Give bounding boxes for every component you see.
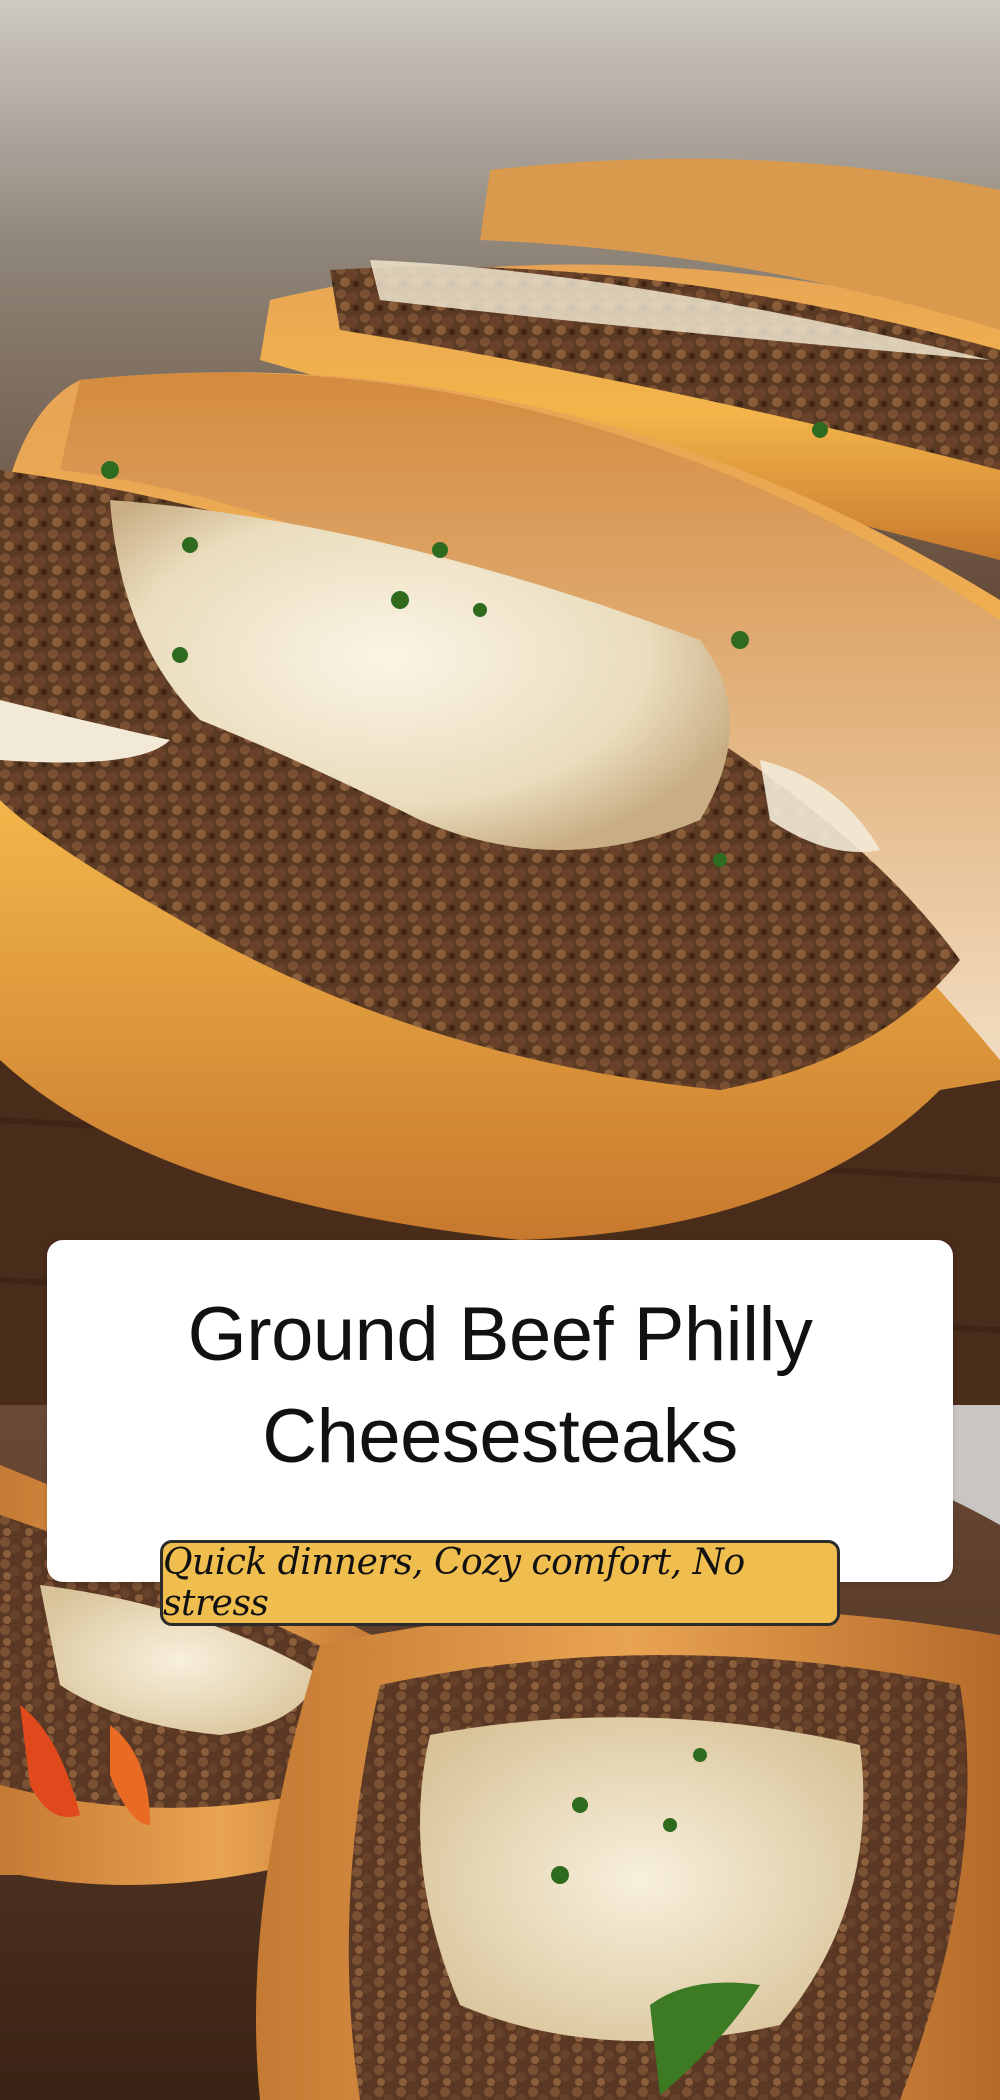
pin-title: Ground Beef Philly Cheesesteaks xyxy=(47,1284,953,1488)
close-up-sandwich-photo xyxy=(0,0,1000,1405)
tagline-badge: Quick dinners, Cozy comfort, No stress xyxy=(160,1540,840,1626)
title-line-2: Cheesesteaks xyxy=(262,1394,738,1479)
title-card: Ground Beef Philly Cheesesteaks xyxy=(47,1240,953,1582)
title-line-1: Ground Beef Philly xyxy=(187,1292,813,1377)
